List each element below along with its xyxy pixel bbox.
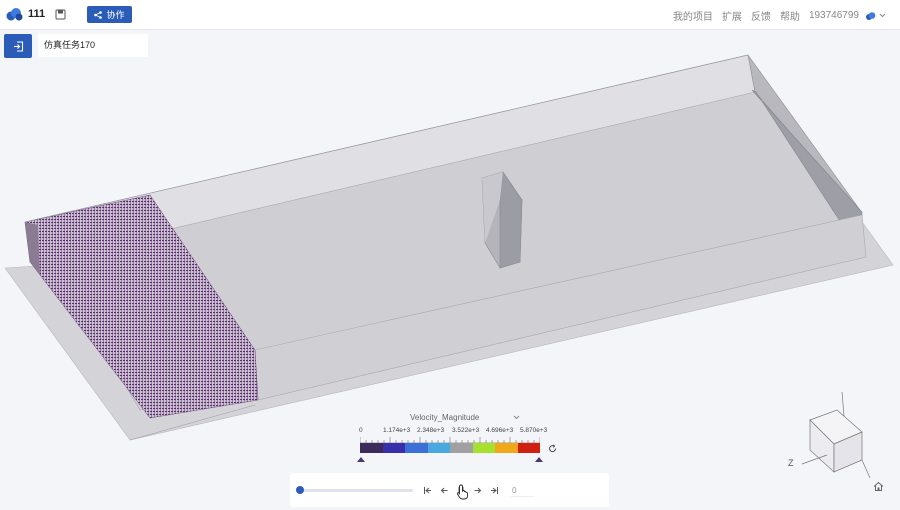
nav-extensions[interactable]: 扩展 bbox=[722, 8, 742, 23]
colorbar-swatch bbox=[427, 443, 450, 453]
orientation-cube[interactable]: Z bbox=[782, 392, 882, 482]
home-view-icon[interactable] bbox=[873, 481, 884, 492]
color-legend: Velocity_Magnitude 0 1.174e+3 2.348e+3 3… bbox=[355, 410, 565, 466]
save-icon[interactable] bbox=[55, 9, 66, 20]
top-bar: 111 协作 我的项目 扩展 反馈 帮助 193746799 bbox=[0, 0, 900, 30]
chevron-down-icon bbox=[513, 415, 520, 420]
colorbar-swatch bbox=[472, 443, 495, 453]
field-select-value: Velocity_Magnitude bbox=[410, 413, 480, 422]
legend-tick: 3.522e+3 bbox=[452, 427, 480, 434]
legend-tick: 1.174e+3 bbox=[383, 427, 411, 434]
legend-tick: 0 bbox=[359, 427, 363, 434]
top-nav: 我的项目 扩展 反馈 帮助 193746799 bbox=[664, 8, 886, 23]
arrow-left-icon bbox=[440, 487, 447, 493]
exit-icon bbox=[13, 40, 23, 52]
task-name: 仿真任务170 bbox=[38, 34, 148, 57]
exit-button[interactable] bbox=[4, 34, 32, 58]
colorbar bbox=[360, 443, 540, 453]
share-button[interactable]: 协作 bbox=[87, 6, 132, 23]
chevron-down-icon[interactable] bbox=[879, 12, 886, 19]
share-icon bbox=[94, 10, 103, 19]
legend-tick: 5.870e+3 bbox=[520, 427, 548, 434]
axis-label-z: Z bbox=[788, 458, 794, 468]
reset-range-icon[interactable] bbox=[548, 444, 557, 453]
first-frame-button[interactable] bbox=[421, 484, 433, 496]
timeline-track[interactable] bbox=[300, 489, 413, 492]
skip-first-icon bbox=[423, 486, 431, 494]
colorbar-swatch bbox=[382, 443, 405, 453]
next-frame-button[interactable] bbox=[471, 484, 483, 496]
project-name: 111 bbox=[28, 8, 46, 20]
skip-last-icon bbox=[490, 486, 498, 494]
timeline-knob[interactable] bbox=[296, 486, 304, 494]
nav-help[interactable]: 帮助 bbox=[780, 8, 800, 23]
legend-tick: 2.348e+3 bbox=[417, 427, 445, 434]
range-min-handle[interactable] bbox=[357, 457, 365, 462]
range-max-handle[interactable] bbox=[535, 457, 543, 462]
colorbar-swatch bbox=[517, 443, 540, 453]
colorbar-swatch bbox=[360, 443, 383, 453]
user-id[interactable]: 193746799 bbox=[809, 10, 859, 21]
nav-my-projects[interactable]: 我的项目 bbox=[673, 8, 713, 23]
colorbar-swatch bbox=[450, 443, 473, 453]
nav-feedback[interactable]: 反馈 bbox=[751, 8, 771, 23]
share-label: 协作 bbox=[106, 10, 125, 20]
playback-bar bbox=[290, 473, 609, 507]
legend-tick-marks bbox=[360, 437, 540, 443]
hand-cursor-icon bbox=[456, 484, 468, 500]
frame-input[interactable] bbox=[510, 484, 534, 497]
app-logo-icon bbox=[6, 8, 23, 21]
arrow-right-icon bbox=[474, 487, 481, 493]
colorbar-swatch bbox=[405, 443, 428, 453]
prev-frame-button[interactable] bbox=[438, 484, 450, 496]
field-select[interactable]: Velocity_Magnitude bbox=[410, 413, 520, 422]
user-avatar-icon[interactable] bbox=[865, 11, 876, 21]
last-frame-button[interactable] bbox=[488, 484, 500, 496]
colorbar-swatch bbox=[495, 443, 518, 453]
legend-tick: 4.696e+3 bbox=[486, 427, 514, 434]
